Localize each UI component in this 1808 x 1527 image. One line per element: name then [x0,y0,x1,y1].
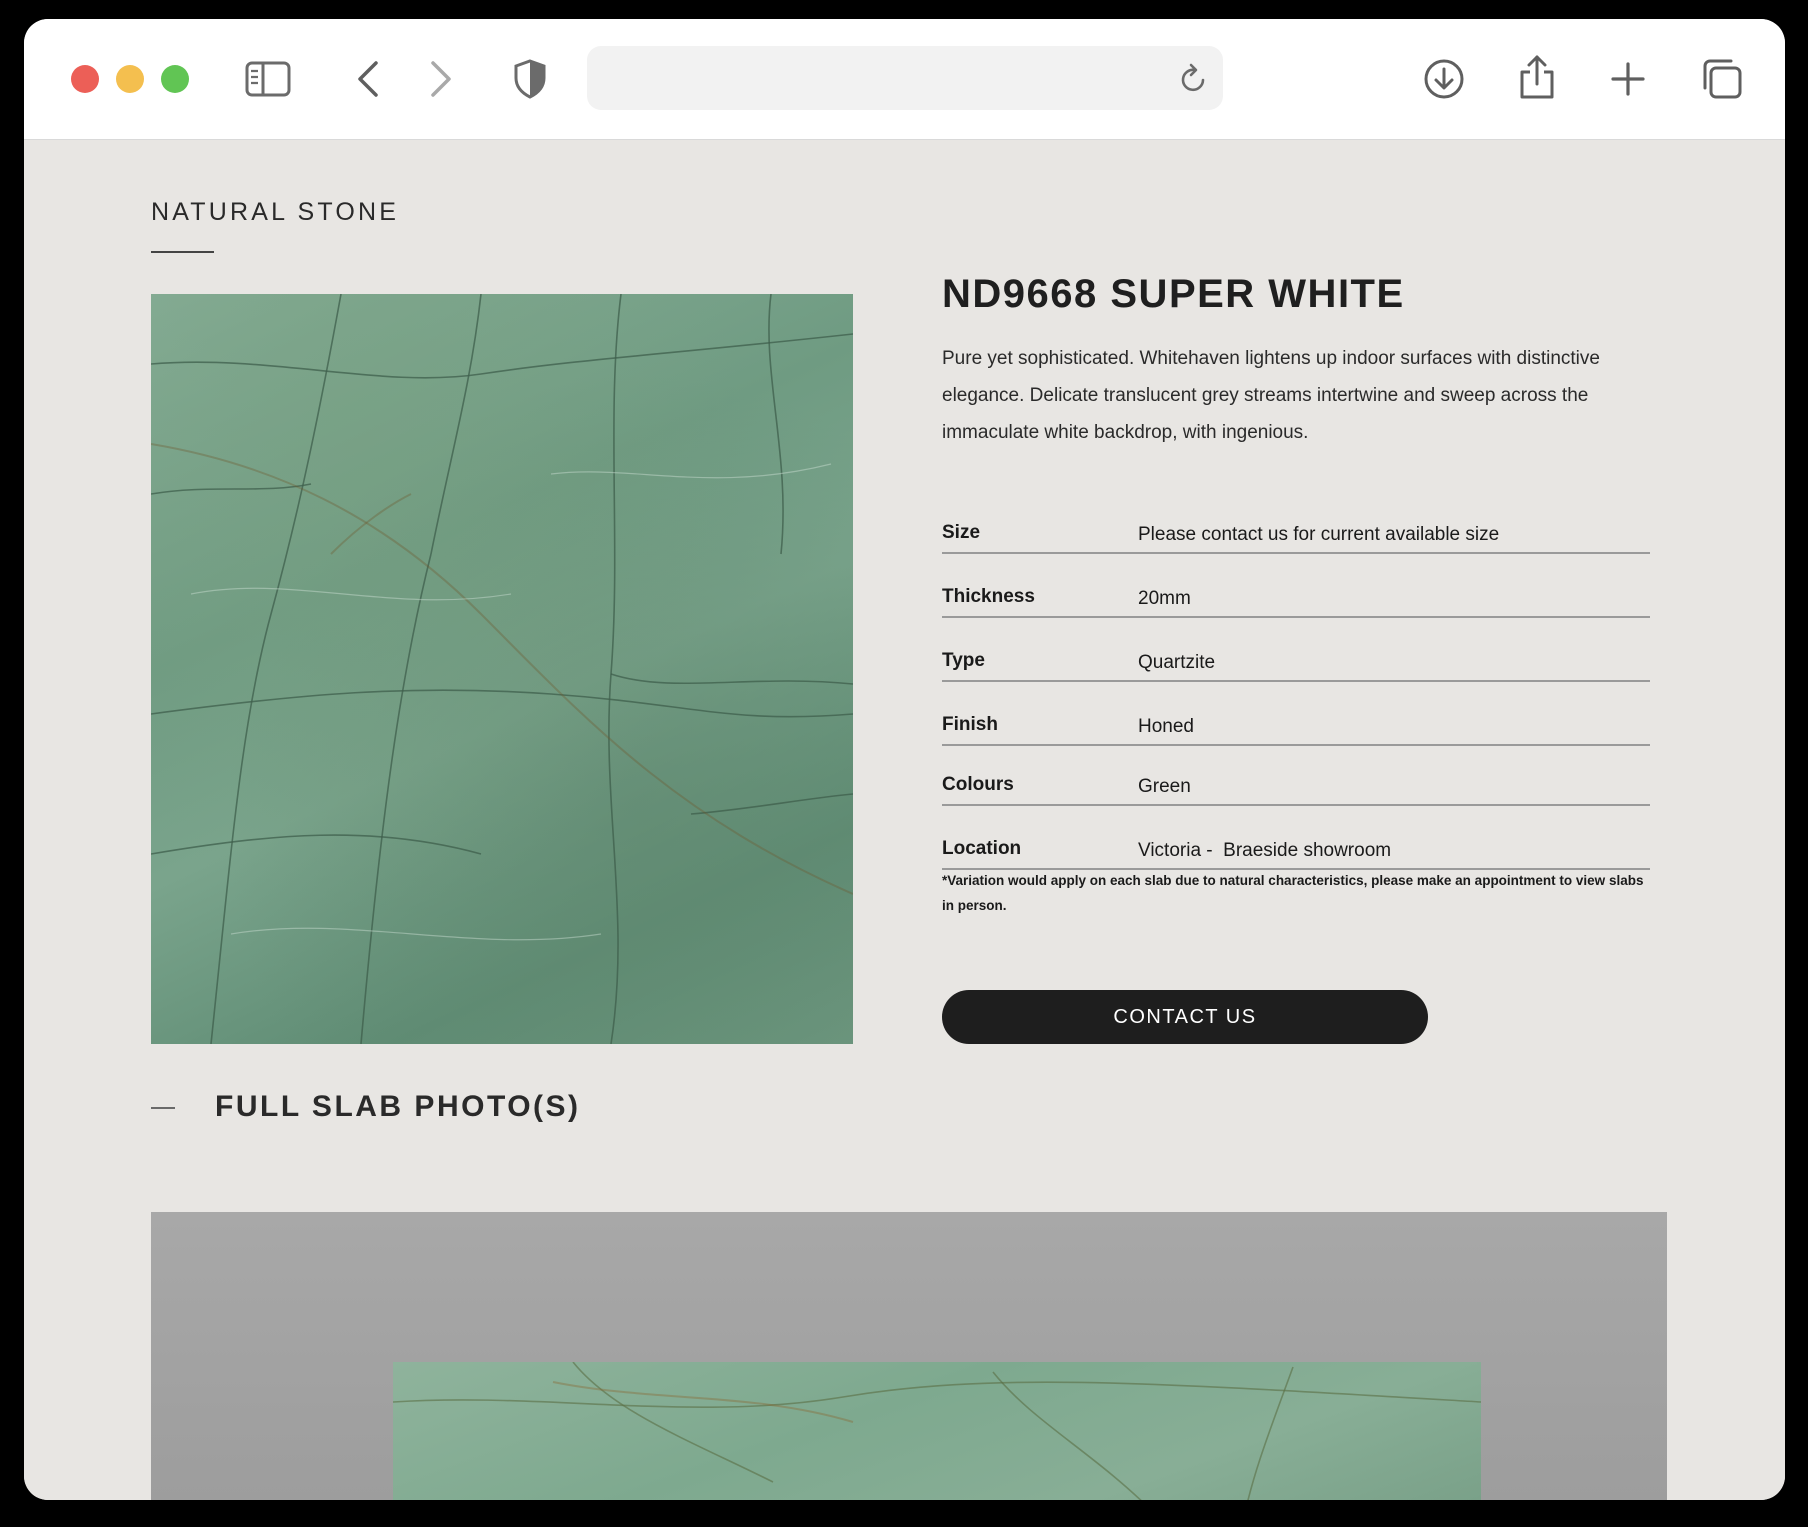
spec-table: Size Please contact us for current avail… [942,490,1650,870]
shield-icon[interactable] [510,57,550,101]
spec-row-type: Type Quartzite [942,618,1650,682]
spec-key: Type [942,650,985,671]
minimize-window-button[interactable] [116,65,144,93]
download-icon[interactable] [1421,56,1467,102]
tabs-overview-icon[interactable] [1699,56,1745,102]
stone-sample-image[interactable] [151,294,853,1044]
close-window-button[interactable] [71,65,99,93]
reload-icon[interactable] [1177,62,1209,94]
address-bar[interactable] [587,46,1223,110]
spec-key: Finish [942,714,998,735]
spec-row-location: Location Victoria - Braeside showroom [942,806,1650,870]
variation-note: *Variation would apply on each slab due … [942,873,1644,913]
spec-row-colours: Colours Green [942,746,1650,806]
sidebar-icon[interactable] [245,59,291,99]
spec-value: Please contact us for current available … [1138,524,1500,545]
spec-key: Colours [942,774,1014,795]
spec-value: Green [1138,776,1191,797]
share-icon[interactable] [1514,52,1560,102]
spec-key: Location [942,838,1022,859]
contact-us-button[interactable]: CONTACT US [942,990,1428,1044]
chevron-left-icon[interactable] [348,57,388,101]
spec-key: Size [942,522,981,543]
spec-value: Victoria - Braeside showroom [1138,840,1392,861]
slab-piece-image [392,1361,1482,1500]
page-content: NATURAL STONE ND9668 SUPER WHITE Pure ye… [24,140,1785,1500]
spec-value: Honed [1138,716,1194,737]
spec-key: Thickness [942,586,1035,607]
full-slab-photo[interactable] [151,1212,1667,1500]
spec-value: 20mm [1138,588,1191,609]
browser-window: NATURAL STONE ND9668 SUPER WHITE Pure ye… [24,19,1785,1500]
zoom-window-button[interactable] [161,65,189,93]
spec-row-finish: Finish Honed [942,682,1650,746]
product-title: ND9668 SUPER WHITE [942,272,1405,316]
slab-heading-dash [151,1107,175,1109]
browser-toolbar [24,19,1785,140]
section-label: NATURAL STONE [151,198,400,226]
spec-value: Quartzite [1138,652,1216,673]
spec-row-thickness: Thickness 20mm [942,554,1650,618]
spec-row-size: Size Please contact us for current avail… [942,490,1650,554]
product-description: Pure yet sophisticated. Whitehaven light… [942,348,1600,443]
chevron-right-icon[interactable] [421,57,461,101]
plus-icon[interactable] [1606,57,1650,101]
full-slab-heading: FULL SLAB PHOTO(S) [215,1090,581,1123]
section-divider [151,251,214,253]
